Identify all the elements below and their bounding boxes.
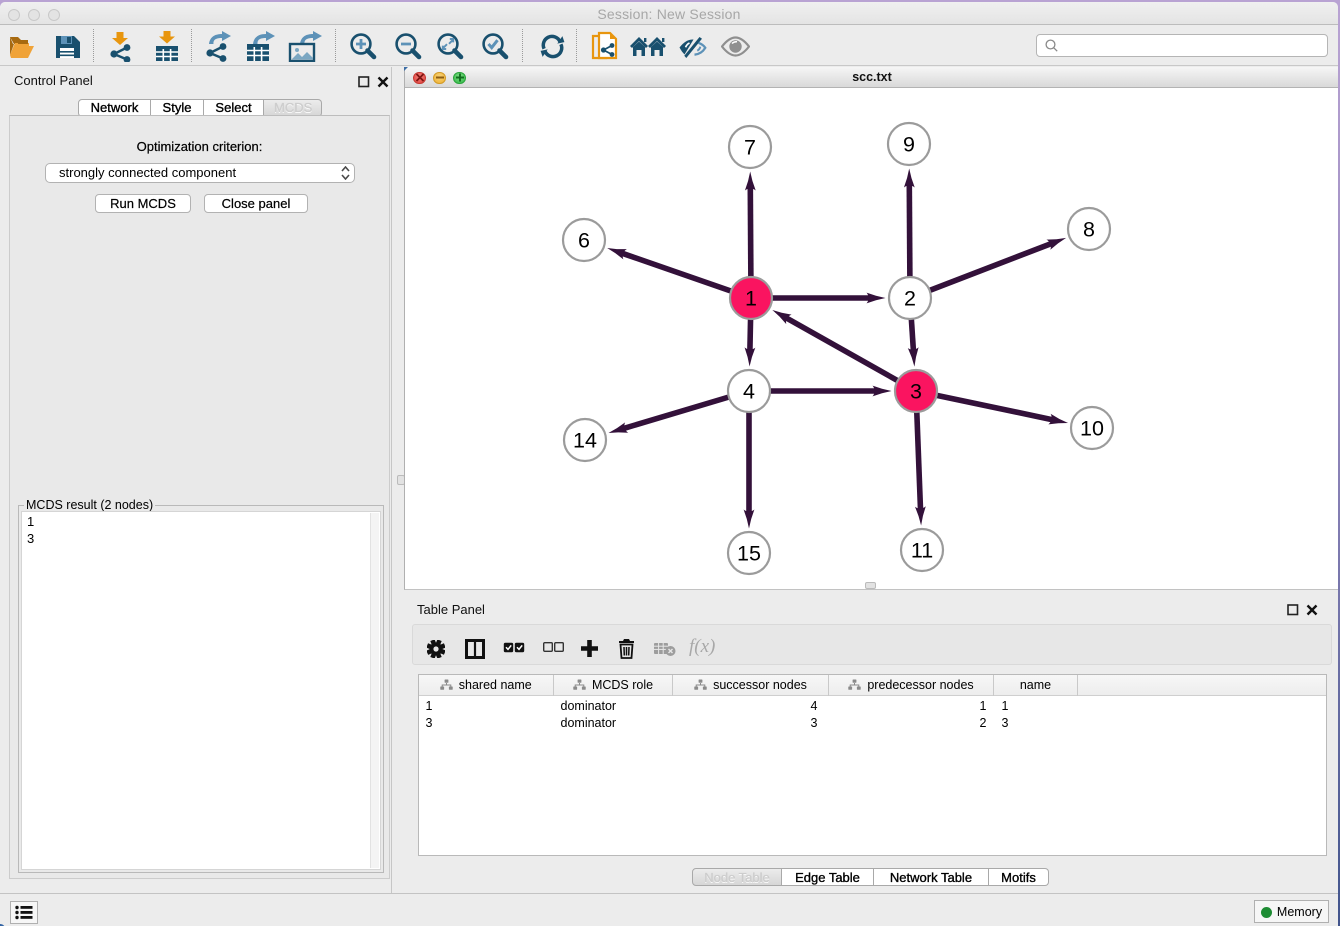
svg-text:4: 4 (743, 380, 755, 404)
svg-text:2: 2 (904, 287, 916, 311)
svg-text:8: 8 (1083, 218, 1095, 242)
svg-text:3: 3 (910, 380, 922, 404)
svg-text:6: 6 (578, 229, 590, 253)
svg-text:10: 10 (1080, 417, 1104, 441)
svg-text:9: 9 (903, 133, 915, 157)
svg-text:11: 11 (911, 539, 933, 563)
svg-text:15: 15 (737, 542, 761, 566)
svg-text:1: 1 (745, 287, 757, 311)
svg-text:14: 14 (573, 429, 597, 453)
svg-text:7: 7 (744, 136, 756, 160)
